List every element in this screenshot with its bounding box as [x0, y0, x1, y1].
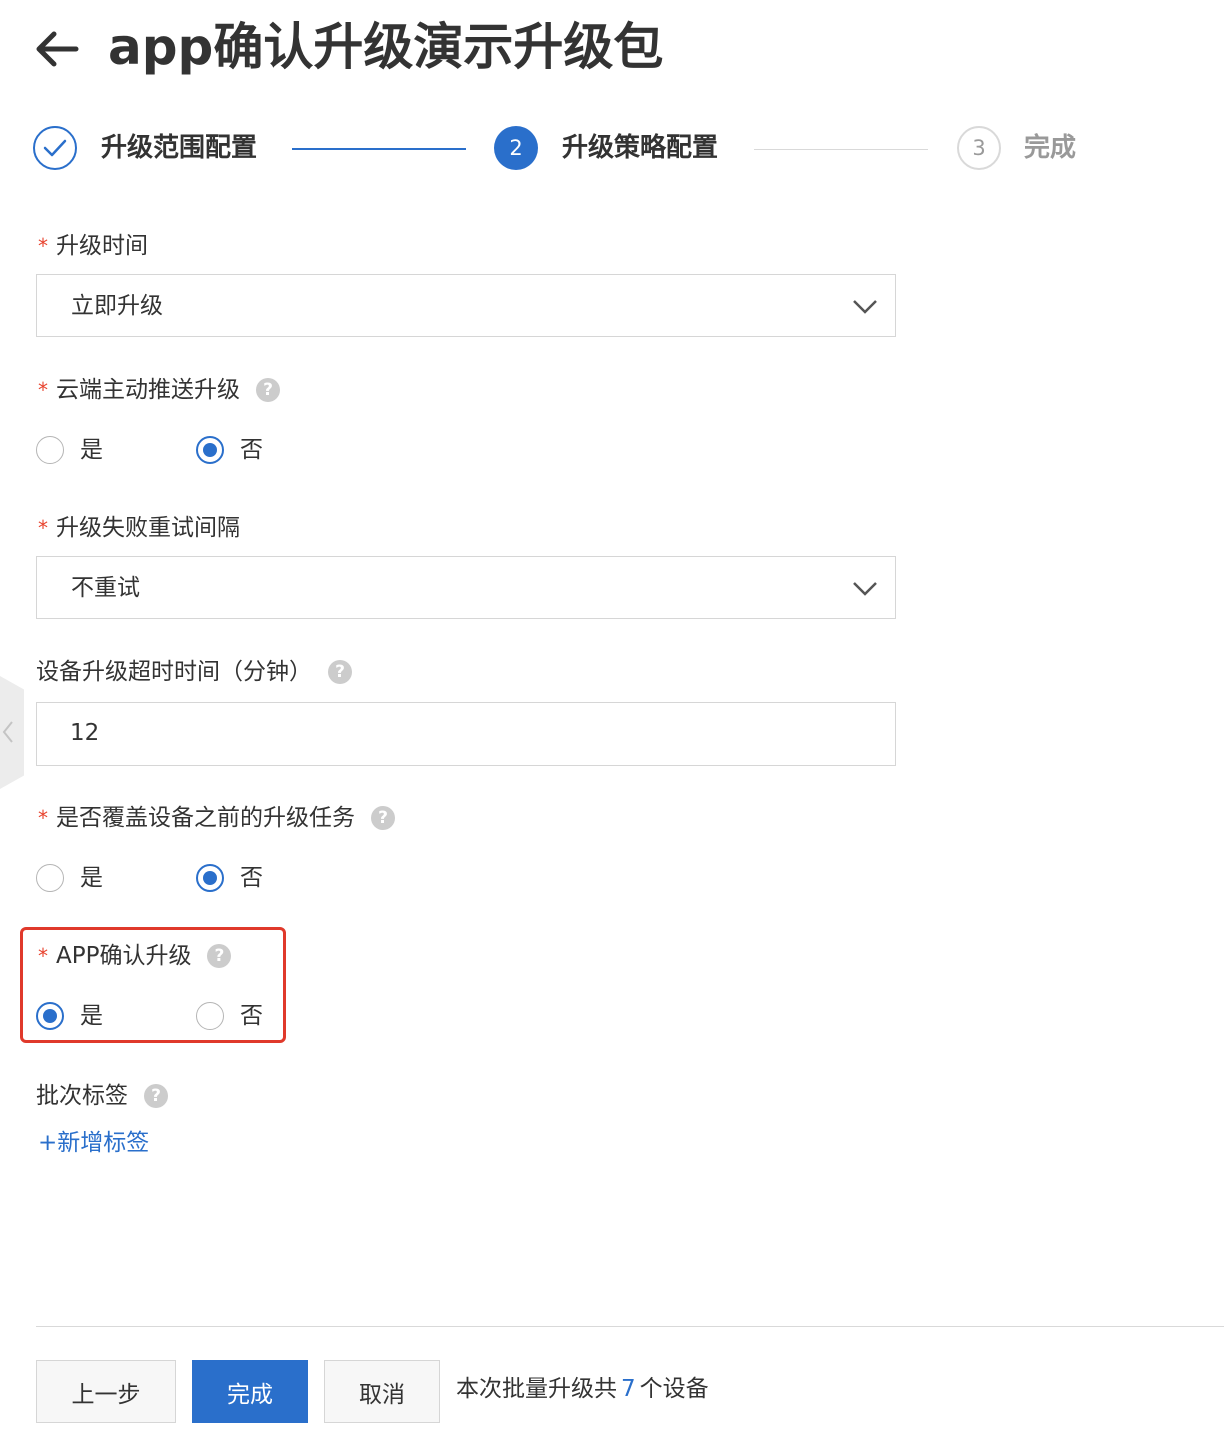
radio-circle: [36, 864, 64, 892]
radio-circle-selected: [36, 1002, 64, 1030]
app-confirm-label-text: APP确认升级: [56, 943, 192, 969]
timeout-label-text: 设备升级超时时间（分钟）: [36, 659, 312, 685]
footer-divider: [36, 1326, 1224, 1327]
chevron-left-icon: [2, 721, 13, 743]
retry-interval-label: * 升级失败重试间隔: [36, 512, 240, 544]
radio-label: 是: [80, 437, 103, 463]
summary-prefix: 本次批量升级共: [456, 1376, 617, 1402]
radio-label: 否: [240, 437, 263, 463]
cloud-push-label-text: 云端主动推送升级: [56, 377, 240, 403]
step-3-number: 3: [957, 126, 1001, 170]
timeout-label: 设备升级超时时间（分钟） ?: [36, 656, 352, 688]
timeout-input-wrapper: [36, 702, 896, 766]
back-arrow-icon[interactable]: [34, 27, 80, 71]
overwrite-yes-radio[interactable]: 是: [36, 862, 103, 894]
overwrite-no-radio[interactable]: 否: [196, 862, 263, 894]
radio-label: 是: [80, 865, 103, 891]
required-mark: *: [38, 944, 48, 968]
batch-tag-label: 批次标签 ?: [36, 1080, 168, 1112]
required-mark: *: [38, 378, 48, 402]
retry-interval-select[interactable]: 不重试: [36, 556, 896, 619]
device-count: 7: [621, 1376, 636, 1402]
radio-label: 否: [240, 865, 263, 891]
prev-step-button[interactable]: 上一步: [36, 1360, 176, 1423]
app-confirm-no-radio[interactable]: 否: [196, 1000, 263, 1032]
radio-circle-selected: [196, 864, 224, 892]
app-confirm-label: * APP确认升级 ?: [36, 940, 232, 972]
help-icon[interactable]: ?: [256, 378, 280, 402]
step-connector-1: [292, 148, 466, 150]
cloud-push-yes-radio[interactable]: 是: [36, 434, 103, 466]
cloud-push-label: * 云端主动推送升级 ?: [36, 374, 280, 406]
chevron-down-icon: [853, 582, 877, 596]
required-mark: *: [38, 234, 48, 258]
required-mark: *: [38, 806, 48, 830]
device-count-summary: 本次批量升级共 7 个设备: [456, 1373, 709, 1405]
help-icon[interactable]: ?: [328, 660, 352, 684]
retry-interval-label-text: 升级失败重试间隔: [56, 515, 240, 541]
page-title: app确认升级演示升级包: [108, 18, 664, 76]
required-mark: *: [38, 516, 48, 540]
overwrite-label-text: 是否覆盖设备之前的升级任务: [56, 805, 355, 831]
radio-label: 是: [80, 1003, 103, 1029]
upgrade-time-value: 立即升级: [71, 293, 163, 319]
help-icon[interactable]: ?: [207, 944, 232, 968]
help-icon[interactable]: ?: [371, 806, 395, 830]
step-2-number: 2: [494, 126, 538, 170]
upgrade-time-select[interactable]: 立即升级: [36, 274, 896, 337]
step-1-check-icon: [33, 126, 77, 170]
summary-suffix: 个设备: [639, 1376, 709, 1402]
radio-circle-selected: [196, 436, 224, 464]
chevron-down-icon: [853, 300, 877, 314]
radio-circle: [196, 1002, 224, 1030]
done-button[interactable]: 完成: [192, 1360, 308, 1423]
step-3-label: 完成: [1024, 133, 1077, 163]
cloud-push-no-radio[interactable]: 否: [196, 434, 263, 466]
retry-interval-value: 不重试: [71, 575, 140, 601]
cancel-button[interactable]: 取消: [324, 1360, 440, 1423]
overwrite-label: * 是否覆盖设备之前的升级任务 ?: [36, 802, 395, 834]
app-confirm-yes-radio[interactable]: 是: [36, 1000, 103, 1032]
upgrade-time-label: * 升级时间: [36, 230, 148, 262]
sidebar-collapse-tab[interactable]: [0, 676, 24, 789]
timeout-input[interactable]: [37, 703, 850, 763]
step-1-label: 升级范围配置: [101, 133, 258, 163]
step-2-label: 升级策略配置: [562, 133, 719, 163]
radio-circle: [36, 436, 64, 464]
batch-tag-label-text: 批次标签: [36, 1083, 128, 1109]
add-tag-link[interactable]: +新增标签: [38, 1127, 149, 1159]
help-icon[interactable]: ?: [144, 1084, 168, 1108]
radio-label: 否: [240, 1003, 263, 1029]
step-connector-2: [754, 149, 928, 150]
upgrade-time-label-text: 升级时间: [56, 233, 148, 259]
